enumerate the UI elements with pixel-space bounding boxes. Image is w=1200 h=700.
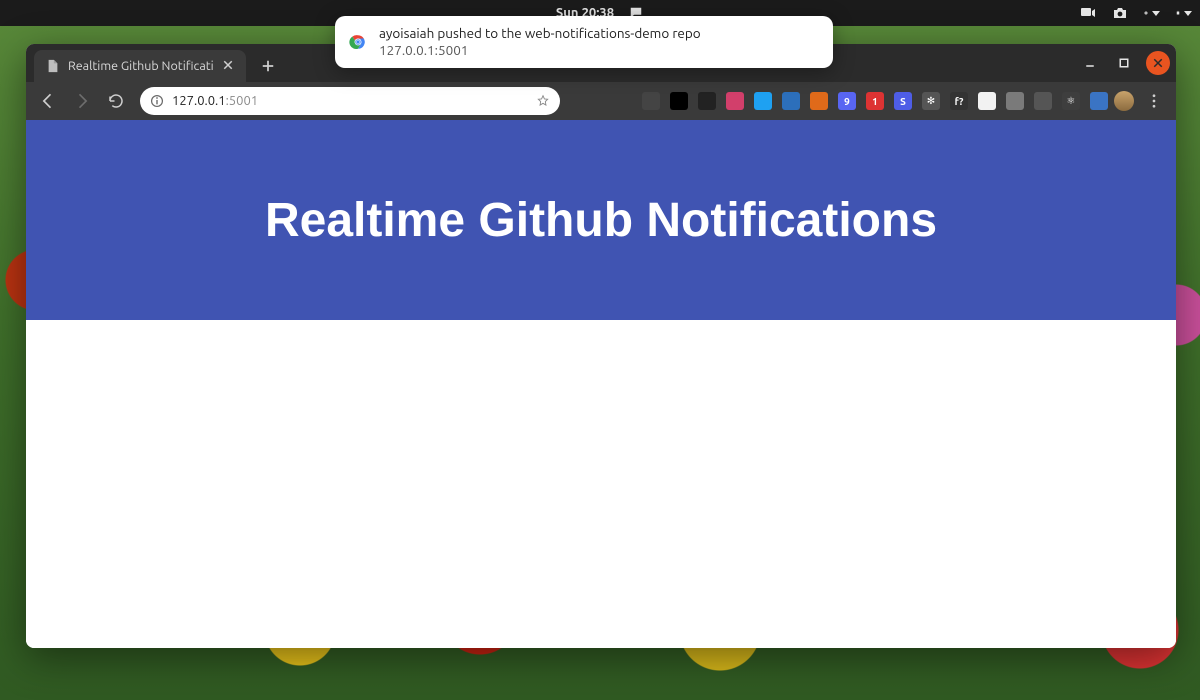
file-icon bbox=[46, 59, 60, 73]
window-minimize-button[interactable] bbox=[1078, 51, 1102, 75]
chevron-down-icon bbox=[1152, 11, 1160, 16]
extension-icon[interactable]: f? bbox=[950, 92, 968, 110]
window-controls bbox=[1078, 44, 1170, 82]
chrome-icon bbox=[349, 33, 367, 51]
page-hero: Realtime Github Notifications bbox=[26, 120, 1176, 320]
gnome-tray bbox=[1080, 0, 1192, 26]
extension-icon[interactable]: S bbox=[894, 92, 912, 110]
camera-icon[interactable] bbox=[1112, 5, 1128, 21]
close-tab-button[interactable] bbox=[222, 59, 236, 73]
reload-button[interactable] bbox=[102, 87, 130, 115]
new-tab-button[interactable] bbox=[254, 52, 282, 80]
browser-toolbar: 127.0.0.1:5001 91S ✻ f? ⚛ bbox=[26, 82, 1176, 120]
site-info-icon[interactable] bbox=[150, 94, 164, 108]
browser-menu-button[interactable] bbox=[1140, 87, 1168, 115]
extension-icon[interactable] bbox=[642, 92, 660, 110]
url-rest: :5001 bbox=[226, 94, 259, 108]
extension-icon[interactable] bbox=[978, 92, 996, 110]
clipboard-icon[interactable] bbox=[1176, 5, 1192, 21]
browser-tab[interactable]: Realtime Github Notificati bbox=[34, 50, 246, 82]
extension-icon[interactable] bbox=[1006, 92, 1024, 110]
extension-icon[interactable] bbox=[670, 92, 688, 110]
notification-body: ayoisaiah pushed to the web-notification… bbox=[379, 25, 819, 59]
extension-icon[interactable]: ⚛ bbox=[1062, 92, 1080, 110]
extension-icon[interactable] bbox=[782, 92, 800, 110]
extension-icon[interactable]: ✻ bbox=[922, 92, 940, 110]
desktop-notification[interactable]: ayoisaiah pushed to the web-notification… bbox=[335, 16, 833, 68]
bookmark-star-icon[interactable] bbox=[536, 94, 550, 108]
tab-title: Realtime Github Notificati bbox=[68, 59, 214, 73]
screencast-icon[interactable] bbox=[1080, 5, 1096, 21]
nav-forward-button[interactable] bbox=[68, 87, 96, 115]
extension-icon[interactable]: 9 bbox=[838, 92, 856, 110]
chevron-down-icon bbox=[1184, 11, 1192, 16]
extension-icon[interactable] bbox=[1090, 92, 1108, 110]
url-text: 127.0.0.1:5001 bbox=[172, 94, 528, 108]
system-status-icon[interactable] bbox=[1144, 5, 1160, 21]
page-title: Realtime Github Notifications bbox=[265, 193, 937, 248]
extension-icon[interactable] bbox=[726, 92, 744, 110]
extension-icon[interactable]: 1 bbox=[866, 92, 884, 110]
extensions-row: 91S ✻ f? ⚛ bbox=[566, 92, 1108, 110]
address-bar[interactable]: 127.0.0.1:5001 bbox=[140, 87, 560, 115]
profile-avatar[interactable] bbox=[1114, 91, 1134, 111]
page-viewport: Realtime Github Notifications bbox=[26, 120, 1176, 648]
extension-icon[interactable] bbox=[698, 92, 716, 110]
extension-icon[interactable] bbox=[754, 92, 772, 110]
nav-back-button[interactable] bbox=[34, 87, 62, 115]
url-host: 127.0.0.1 bbox=[172, 94, 226, 108]
window-close-button[interactable] bbox=[1146, 51, 1170, 75]
browser-window: Realtime Github Notificati bbox=[26, 44, 1176, 648]
notification-title: ayoisaiah pushed to the web-notification… bbox=[379, 25, 819, 42]
extension-icon[interactable] bbox=[810, 92, 828, 110]
window-maximize-button[interactable] bbox=[1112, 51, 1136, 75]
notification-source: 127.0.0.1:5001 bbox=[379, 42, 819, 59]
extension-icon[interactable] bbox=[1034, 92, 1052, 110]
